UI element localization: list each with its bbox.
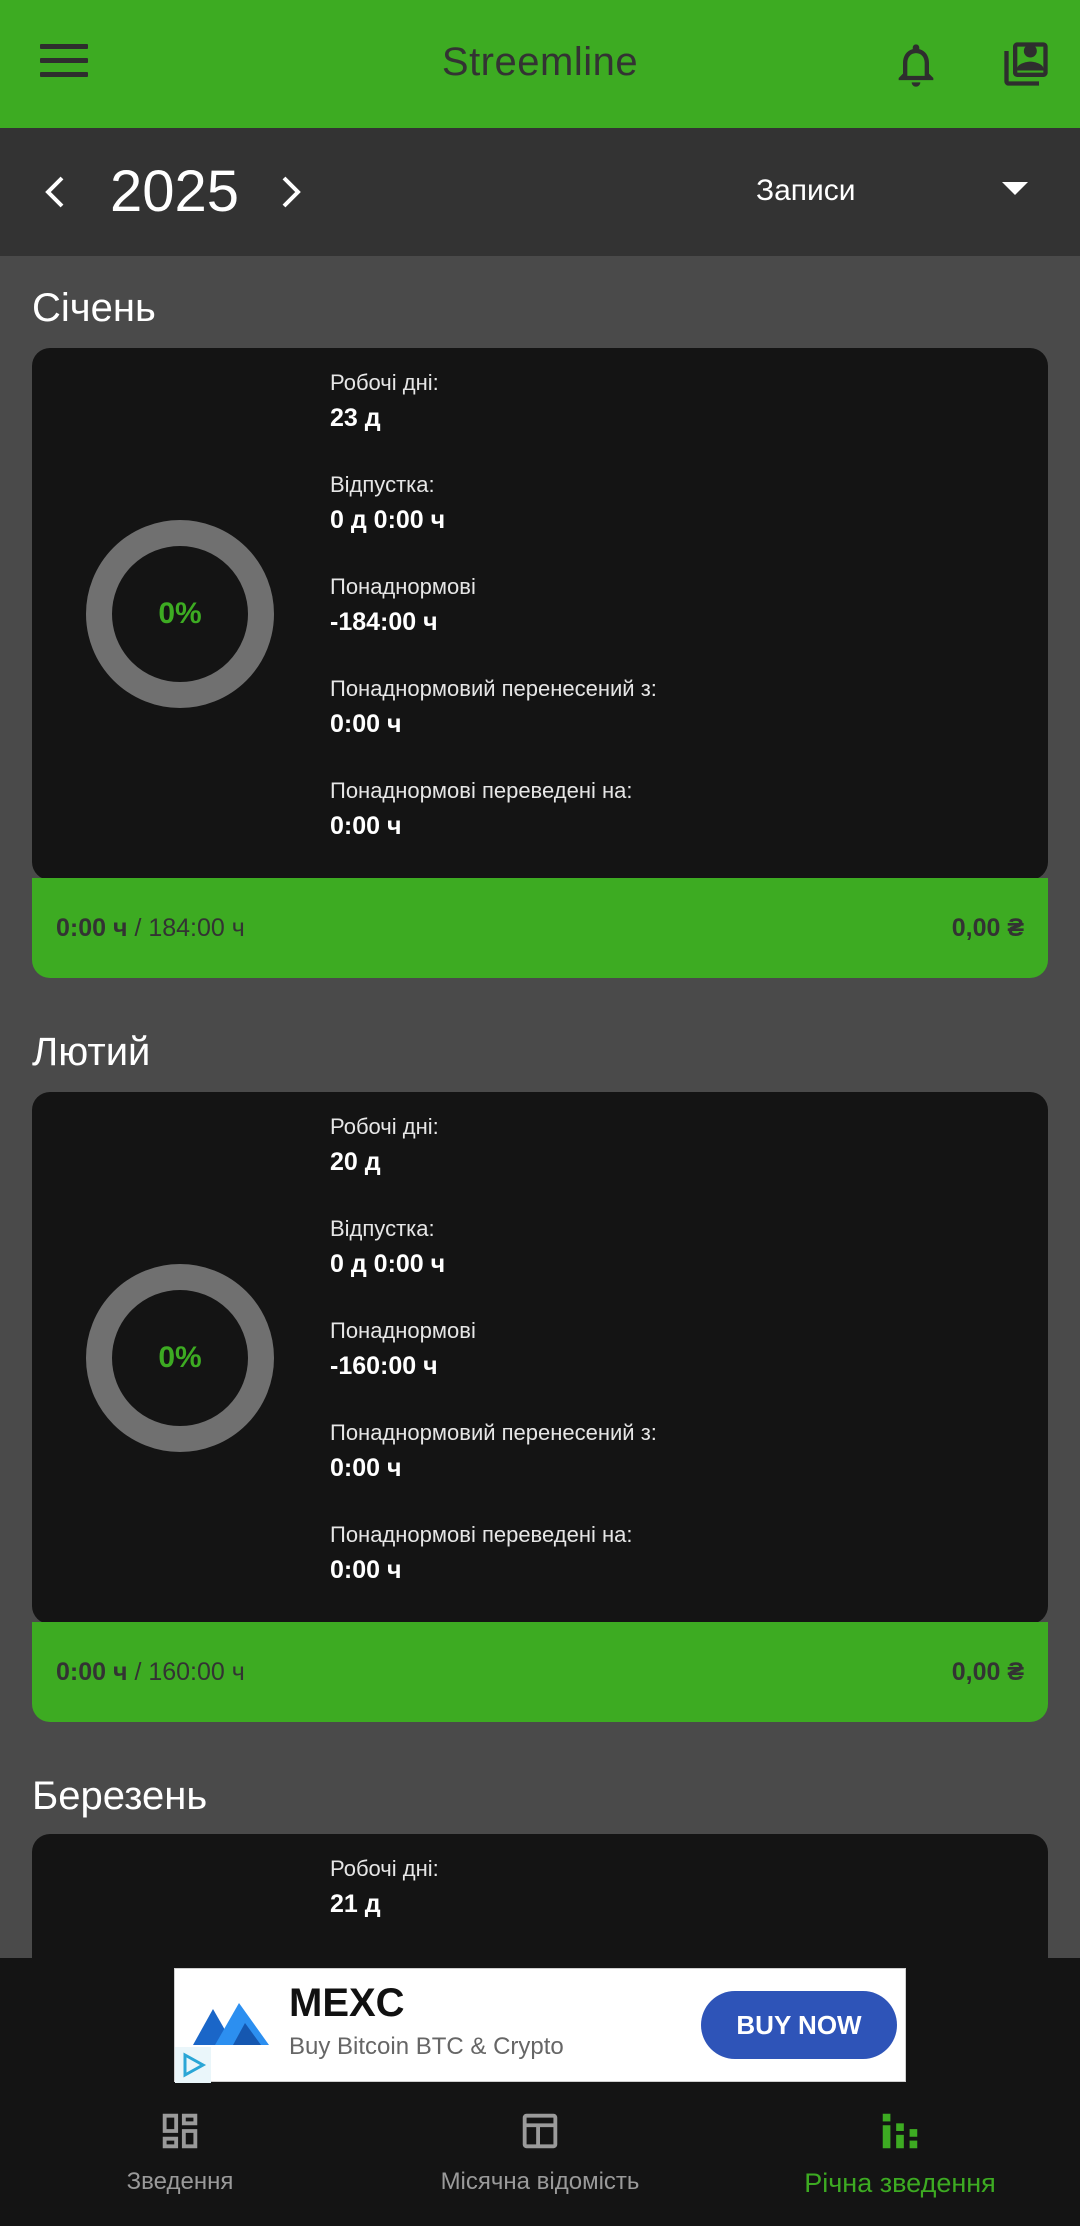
ad-description: Buy Bitcoin BTC & Crypto: [289, 2033, 564, 2060]
month-card[interactable]: 0% Робочі дні: 20 д Відпустка: 0 д 0:00 …: [32, 1092, 1048, 1624]
stat-overtime: Понаднормові -184:00 ч: [330, 574, 1010, 676]
dashboard-icon: [162, 2113, 198, 2149]
app-bar: Streemline: [0, 0, 1080, 128]
money-total: 0,00 ₴: [951, 1658, 1024, 1686]
stat-label: Понаднормовий перенесений з:: [330, 1420, 657, 1445]
nav-item-annual-summary[interactable]: Річна зведення: [720, 2108, 1080, 2226]
chevron-left-icon[interactable]: [40, 172, 70, 212]
ad-buy-now-button[interactable]: BUY NOW: [701, 1991, 897, 2059]
stat-label: Робочі дні:: [330, 370, 439, 395]
money-total: 0,00 ₴: [951, 914, 1024, 942]
month-stats: Робочі дні: 21 д: [330, 1856, 1010, 1958]
stat-label: Понаднормові: [330, 574, 476, 599]
stat-value: 0:00 ч: [330, 710, 402, 738]
hours-total: / 160:00 ч: [134, 1658, 245, 1686]
nav-label: Зведення: [126, 2168, 234, 2195]
dropdown-selected-value: Записи: [756, 174, 856, 207]
stat-value: 0:00 ч: [330, 812, 402, 840]
stat-label: Понаднормові переведені на:: [330, 778, 633, 803]
progress-percent: 0%: [158, 1341, 202, 1374]
nav-item-summary[interactable]: Зведення: [0, 2108, 360, 2226]
stat-label: Відпустка:: [330, 472, 435, 497]
stat-value: 20 д: [330, 1148, 381, 1176]
month-title: Березень: [32, 1774, 208, 1818]
stat-value: 0 д 0:00 ч: [330, 1250, 446, 1278]
progress-ring: 0%: [86, 1264, 274, 1452]
progress-percent: 0%: [158, 597, 202, 630]
stat-value: -160:00 ч: [330, 1352, 438, 1380]
stat-overtime-transferred-to: Понаднормові переведені на: 0:00 ч: [330, 1522, 1010, 1624]
nav-label: Місячна відомість: [440, 2168, 640, 2195]
bottom-area: MEXC Buy Bitcoin BTC & Crypto BUY NOW Зв…: [0, 1958, 1080, 2226]
bar-chart-icon: [882, 2113, 918, 2149]
hours-summary: 0:00 ч / 184:00 ч: [56, 914, 245, 943]
chevron-right-icon[interactable]: [276, 172, 306, 212]
year-selector-bar: 2025 Записи: [0, 128, 1080, 256]
stat-value: -184:00 ч: [330, 608, 438, 636]
year-label: 2025: [110, 159, 240, 224]
month-list[interactable]: Січень 0% Робочі дні: 23 д Відпустка: 0 …: [0, 256, 1080, 1958]
month-stats: Робочі дні: 20 д Відпустка: 0 д 0:00 ч П…: [330, 1114, 1010, 1624]
stat-overtime-transferred-from: Понаднормовий перенесений з: 0:00 ч: [330, 676, 1010, 778]
stat-label: Робочі дні:: [330, 1114, 439, 1139]
progress-ring: 0%: [86, 520, 274, 708]
stat-working-days: Робочі дні: 23 д: [330, 370, 1010, 472]
month-card-footer: 0:00 ч / 160:00 ч 0,00 ₴: [32, 1622, 1048, 1722]
stat-working-days: Робочі дні: 21 д: [330, 1856, 1010, 1958]
hours-total: / 184:00 ч: [134, 914, 245, 942]
stat-label: Понаднормові: [330, 1318, 476, 1343]
caret-down-icon: [1002, 182, 1028, 195]
stat-label: Понаднормові переведені на:: [330, 1522, 633, 1547]
month-card[interactable]: 0% Робочі дні: 23 д Відпустка: 0 д 0:00 …: [32, 348, 1048, 880]
stat-label: Понаднормовий перенесений з:: [330, 676, 657, 701]
stat-working-days: Робочі дні: 20 д: [330, 1114, 1010, 1216]
stat-label: Робочі дні:: [330, 1856, 439, 1881]
stat-vacation: Відпустка: 0 д 0:00 ч: [330, 472, 1010, 574]
bell-icon[interactable]: [890, 38, 942, 92]
month-card-footer: 0:00 ч / 184:00 ч 0,00 ₴: [32, 878, 1048, 978]
ad-banner[interactable]: MEXC Buy Bitcoin BTC & Crypto BUY NOW: [174, 1968, 906, 2083]
hours-summary: 0:00 ч / 160:00 ч: [56, 1658, 245, 1687]
adchoices-icon[interactable]: [175, 2047, 211, 2083]
stat-overtime-transferred-from: Понаднормовий перенесений з: 0:00 ч: [330, 1420, 1010, 1522]
stat-overtime: Понаднормові -160:00 ч: [330, 1318, 1010, 1420]
month-card[interactable]: Робочі дні: 21 д: [32, 1834, 1048, 1958]
stat-label: Відпустка:: [330, 1216, 435, 1241]
bottom-navigation: Зведення Місячна відомість Річна зведенн…: [0, 2108, 1080, 2226]
stat-value: 23 д: [330, 404, 381, 432]
stat-vacation: Відпустка: 0 д 0:00 ч: [330, 1216, 1010, 1318]
profile-icon[interactable]: [1000, 38, 1052, 90]
month-title: Лютий: [32, 1030, 151, 1074]
stat-value: 0:00 ч: [330, 1556, 402, 1584]
stat-overtime-transferred-to: Понаднормові переведені на: 0:00 ч: [330, 778, 1010, 880]
month-title: Січень: [32, 286, 156, 330]
hours-done: 0:00 ч: [56, 914, 128, 942]
nav-item-monthly-report[interactable]: Місячна відомість: [360, 2108, 720, 2226]
stat-value: 21 д: [330, 1890, 381, 1918]
mexc-logo-icon: [193, 2003, 269, 2045]
ad-brand: MEXC: [289, 1981, 405, 2025]
stat-value: 0:00 ч: [330, 1454, 402, 1482]
nav-label: Річна зведення: [804, 2168, 996, 2198]
stat-value: 0 д 0:00 ч: [330, 506, 446, 534]
month-stats: Робочі дні: 23 д Відпустка: 0 д 0:00 ч П…: [330, 370, 1010, 880]
records-dropdown[interactable]: Записи: [756, 168, 1056, 218]
table-icon: [522, 2113, 558, 2149]
hours-done: 0:00 ч: [56, 1658, 128, 1686]
